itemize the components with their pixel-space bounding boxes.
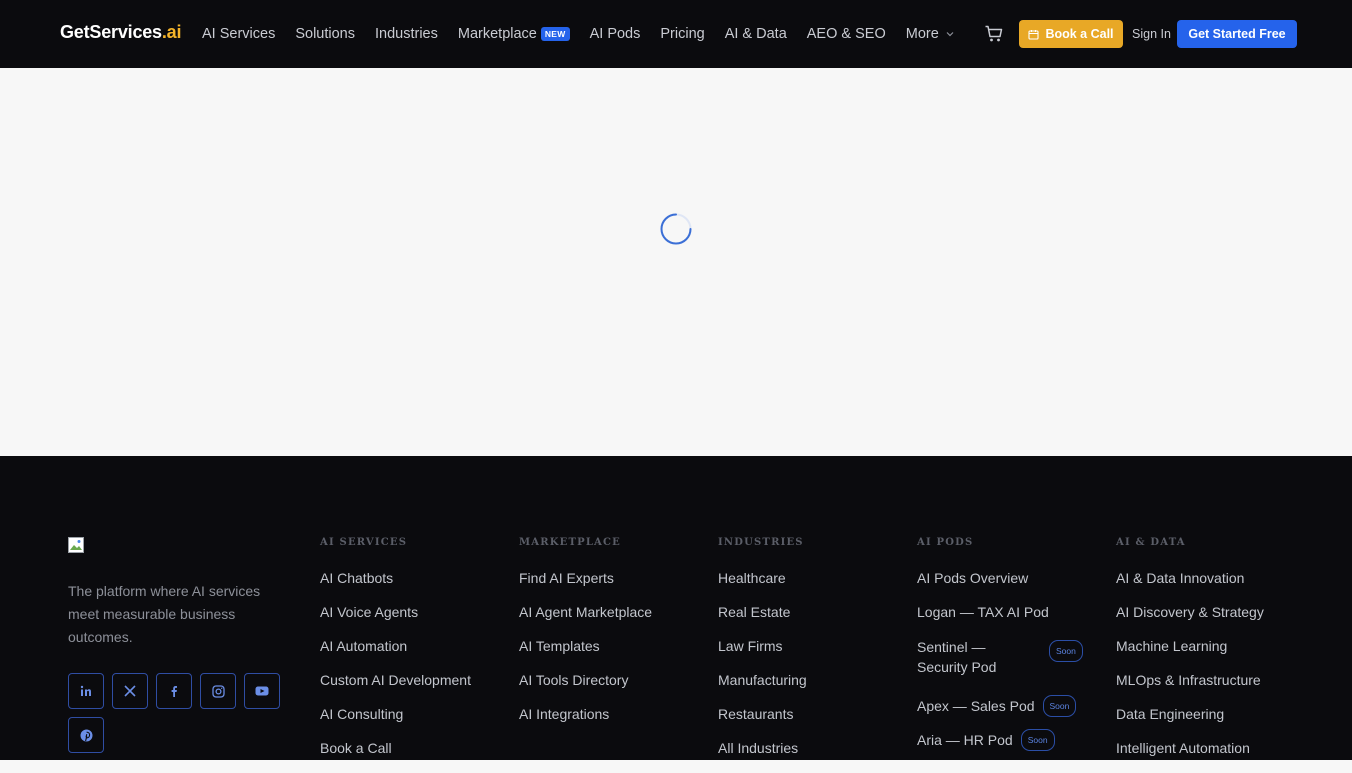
instagram-icon[interactable] [200, 673, 236, 709]
footer-column-ai-services: AI SERVICES AI Chatbots AI Voice Agents … [320, 537, 471, 773]
brand-logo-accent: .ai [161, 22, 182, 42]
footer-link-data-engineering[interactable]: Data Engineering [1116, 705, 1264, 739]
column-title: AI & DATA [1116, 537, 1186, 548]
menu-item-ai-pods[interactable]: AI Pods [590, 26, 641, 42]
chevron-down-icon [946, 32, 954, 37]
column-title: MARKETPLACE [519, 537, 621, 548]
footer-link-all-industries[interactable]: All Industries [718, 739, 807, 773]
footer-tagline: The platform where AI services meet meas… [68, 583, 261, 645]
menu-item-marketplace[interactable]: Marketplace NEW [458, 26, 570, 42]
footer-link-healthcare[interactable]: Healthcare [718, 569, 807, 603]
brand-logo[interactable]: GetServices.ai [60, 22, 182, 43]
footer-column-industries: INDUSTRIES Healthcare Real Estate Law Fi… [718, 537, 807, 773]
footer-link-find-ai-experts[interactable]: Find AI Experts [519, 569, 652, 603]
soon-badge: Soon [1049, 640, 1083, 662]
main-content [0, 68, 1352, 456]
footer: The platform where AI services meet meas… [0, 456, 1352, 760]
footer-link-ai-tools-directory[interactable]: AI Tools Directory [519, 671, 652, 705]
pinterest-icon[interactable] [68, 717, 104, 753]
footer-link-apex-sales-pod[interactable]: Apex — Sales Pod Soon [917, 689, 1083, 723]
soon-badge: Soon [1020, 729, 1055, 751]
footer-link-book-a-call[interactable]: Book a Call [320, 739, 471, 773]
footer-link-machine-learning[interactable]: Machine Learning [1116, 637, 1264, 671]
footer-link-sentinel-security-pod[interactable]: Sentinel — Security Pod Soon [917, 637, 1083, 689]
menu-item-ai-services[interactable]: AI Services [202, 26, 275, 42]
cart-icon[interactable] [984, 24, 1004, 44]
footer-link-law-firms[interactable]: Law Firms [718, 637, 807, 671]
footer-link-ai-integrations[interactable]: AI Integrations [519, 705, 652, 739]
soon-badge: Soon [1042, 695, 1077, 717]
brand-logo-main: GetServices [60, 22, 162, 42]
x-icon[interactable] [112, 673, 148, 709]
footer-link-intelligent-automation[interactable]: Intelligent Automation [1116, 739, 1264, 773]
new-badge: NEW [540, 27, 570, 41]
main-menu: AI Services Solutions Industries Marketp… [202, 0, 975, 68]
sign-in-link[interactable]: Sign In [1132, 27, 1171, 41]
footer-link-restaurants[interactable]: Restaurants [718, 705, 807, 739]
footer-link-manufacturing[interactable]: Manufacturing [718, 671, 807, 705]
footer-link-mlops-infrastructure[interactable]: MLOps & Infrastructure [1116, 671, 1264, 705]
facebook-icon[interactable] [156, 673, 192, 709]
social-links [68, 673, 298, 753]
menu-item-aeo-seo[interactable]: AEO & SEO [807, 26, 886, 42]
menu-item-more[interactable]: More [906, 26, 955, 42]
footer-link-ai-automation[interactable]: AI Automation [320, 637, 471, 671]
footer-link-custom-ai-development[interactable]: Custom AI Development [320, 671, 471, 705]
book-call-button[interactable]: Book a Call [1019, 20, 1123, 48]
footer-column-ai-pods: AI PODS AI Pods Overview Logan — TAX AI … [917, 537, 1083, 757]
youtube-icon[interactable] [244, 673, 280, 709]
calendar-icon [1028, 29, 1040, 40]
footer-link-ai-agent-marketplace[interactable]: AI Agent Marketplace [519, 603, 652, 637]
footer-link-ai-pods-overview[interactable]: AI Pods Overview [917, 569, 1083, 603]
column-title: INDUSTRIES [718, 537, 804, 548]
book-call-label: Book a Call [1045, 27, 1114, 41]
broken-image-icon [68, 537, 84, 553]
footer-link-logan-tax-pod[interactable]: Logan — TAX AI Pod [917, 603, 1083, 637]
footer-link-ai-templates[interactable]: AI Templates [519, 637, 652, 671]
menu-item-solutions[interactable]: Solutions [295, 26, 355, 42]
footer-link-ai-chatbots[interactable]: AI Chatbots [320, 569, 471, 603]
get-started-button[interactable]: Get Started Free [1177, 20, 1297, 48]
footer-link-ai-consulting[interactable]: AI Consulting [320, 705, 471, 739]
footer-link-ai-voice-agents[interactable]: AI Voice Agents [320, 603, 471, 637]
loading-spinner-icon [660, 213, 692, 245]
footer-column-ai-data: AI & DATA AI & Data Innovation AI Discov… [1116, 537, 1264, 773]
column-title: AI PODS [917, 537, 974, 548]
menu-item-pricing[interactable]: Pricing [660, 26, 704, 42]
menu-item-ai-data[interactable]: AI & Data [725, 26, 787, 42]
footer-link-aria-hr-pod[interactable]: Aria — HR Pod Soon [917, 723, 1083, 757]
footer-link-ai-data-innovation[interactable]: AI & Data Innovation [1116, 569, 1264, 603]
menu-item-industries[interactable]: Industries [375, 26, 438, 42]
footer-column-marketplace: MARKETPLACE Find AI Experts AI Agent Mar… [519, 537, 652, 739]
top-navigation-bar: GetServices.ai AI Services Solutions Ind… [0, 0, 1352, 68]
footer-link-real-estate[interactable]: Real Estate [718, 603, 807, 637]
column-title: AI SERVICES [320, 537, 408, 548]
footer-link-ai-discovery-strategy[interactable]: AI Discovery & Strategy [1116, 603, 1264, 637]
linkedin-icon[interactable] [68, 673, 104, 709]
